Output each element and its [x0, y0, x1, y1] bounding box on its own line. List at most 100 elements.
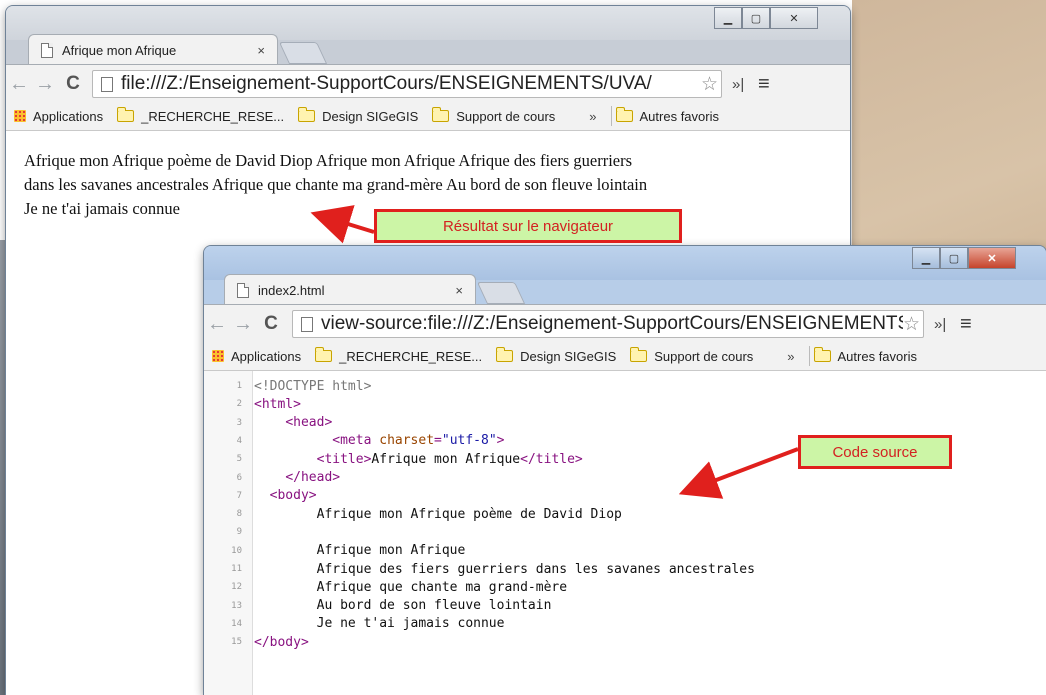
folder-icon: [496, 347, 514, 362]
source-line: 4 <meta charset="utf-8">: [204, 432, 505, 450]
line-number: 5: [236, 454, 242, 465]
new-tab-button[interactable]: [278, 42, 328, 64]
code-text: <html>: [254, 396, 301, 412]
text-line: dans les savanes ancestrales Afrique que…: [24, 175, 648, 194]
bookmark-folder-design[interactable]: Design SIGeGIS: [496, 347, 617, 364]
apps-grid-icon: [14, 110, 26, 122]
page-icon: [41, 42, 53, 58]
source-line: 3 <head>: [204, 414, 333, 432]
divider: [610, 106, 612, 126]
tab-title: Afrique mon Afrique: [62, 42, 177, 58]
bookmark-applications[interactable]: Applications: [6, 109, 103, 124]
source-code-view[interactable]: 1 <!DOCTYPE html> 2 <html> 3 <head> 4 <meta c…: [204, 371, 1046, 695]
line-number: 1: [236, 381, 242, 391]
bookmark-label: _RECHERCHE_RESE...: [339, 348, 483, 364]
line-number: 14: [231, 618, 242, 629]
bookmark-label: Design SIGeGIS: [322, 108, 419, 124]
code-text: Au bord de son fleuve lointain: [254, 598, 552, 614]
close-window-button[interactable]: ✕: [770, 7, 818, 29]
bookmark-folder-support[interactable]: Support de cours: [630, 347, 754, 364]
bookmark-other[interactable]: Autres favoris: [813, 347, 917, 364]
bookmarks-bar: Applications _RECHERCHE_RESE... Design S…: [204, 342, 1046, 371]
source-line: 2 <html>: [204, 395, 301, 413]
bookmark-folder-recherche[interactable]: _RECHERCHE_RESE...: [315, 347, 483, 364]
line-number: 2: [236, 399, 242, 410]
document-icon: [101, 76, 113, 92]
forward-icon[interactable]: →: [32, 73, 58, 96]
line-number: 7: [236, 490, 242, 501]
line-number: 8: [236, 509, 242, 520]
code-text: Afrique mon Afrique: [254, 543, 466, 559]
bookmark-label: Applications: [33, 108, 104, 124]
folder-icon: [813, 347, 831, 362]
bookmark-folder-support[interactable]: Support de cours: [432, 107, 556, 124]
menu-icon[interactable]: ≡: [758, 73, 770, 96]
address-url[interactable]: file:///Z:/Enseignement-SupportCours/ENS…: [121, 73, 701, 95]
extensions-overflow-icon[interactable]: »|: [732, 76, 752, 93]
code-text: </body>: [254, 634, 309, 650]
address-bar[interactable]: view-source:file:///Z:/Enseignement-Supp…: [292, 310, 924, 338]
code-text: <title>Afrique mon Afrique</title>: [316, 451, 583, 467]
code-text: <!DOCTYPE html>: [254, 378, 372, 394]
tab-close-button[interactable]: ×: [257, 43, 265, 58]
close-window-button[interactable]: ✕: [968, 247, 1016, 269]
code-text: <head>: [285, 415, 333, 431]
line-number: 4: [236, 435, 242, 446]
address-bar[interactable]: file:///Z:/Enseignement-SupportCours/ENS…: [92, 70, 722, 98]
tab-active[interactable]: Afrique mon Afrique ×: [28, 34, 278, 65]
source-line: 7 <body>: [204, 487, 317, 505]
folder-icon: [315, 347, 333, 362]
line-number: 3: [236, 417, 242, 428]
minimize-button[interactable]: ▁: [714, 7, 742, 29]
source-line: 1 <!DOCTYPE html>: [204, 377, 372, 395]
bookmark-label: Autres favoris: [837, 348, 917, 364]
bookmarks-more-button[interactable]: »: [589, 109, 596, 124]
line-number: 6: [236, 472, 242, 483]
folder-icon: [298, 107, 316, 122]
divider: [808, 346, 810, 366]
line-number: 9: [236, 527, 242, 538]
bookmark-label: Support de cours: [456, 108, 556, 124]
browser-toolbar: ← → C view-source:file:///Z:/Enseignemen…: [204, 304, 1046, 343]
minimize-button[interactable]: ▁: [912, 247, 940, 269]
source-line: 14 Je ne t'ai jamais connue: [204, 615, 504, 633]
source-line: 9: [204, 523, 254, 541]
code-text: <meta charset="utf-8">: [332, 433, 505, 449]
bookmark-folder-design[interactable]: Design SIGeGIS: [298, 107, 419, 124]
back-icon[interactable]: ←: [6, 73, 32, 96]
page-icon: [237, 282, 249, 298]
new-tab-button[interactable]: [476, 282, 526, 304]
maximize-button[interactable]: ▢: [940, 247, 968, 269]
tab-close-button[interactable]: ×: [455, 283, 463, 298]
bookmark-folder-recherche[interactable]: _RECHERCHE_RESE...: [117, 107, 284, 124]
browser-toolbar: ← → C file:///Z:/Enseignement-SupportCou…: [6, 64, 850, 103]
reload-icon[interactable]: C: [58, 73, 88, 95]
address-url[interactable]: view-source:file:///Z:/Enseignement-Supp…: [321, 313, 903, 335]
folder-icon: [117, 107, 135, 122]
source-line: 11 Afrique des fiers guerriers dans les …: [204, 560, 755, 578]
window-controls: ▁ ▢ ✕: [714, 7, 818, 29]
tab-active[interactable]: index2.html ×: [224, 274, 476, 305]
bookmark-star-icon[interactable]: ☆: [701, 73, 718, 96]
apps-grid-icon: [212, 350, 224, 362]
extensions-overflow-icon[interactable]: »|: [934, 316, 954, 333]
reload-icon[interactable]: C: [256, 313, 286, 335]
bookmark-star-icon[interactable]: ☆: [903, 313, 920, 336]
back-icon[interactable]: ←: [204, 313, 230, 336]
source-line: 13 Au bord de son fleuve lointain: [204, 597, 551, 615]
callout-result: Résultat sur le navigateur: [374, 209, 682, 243]
code-text: Afrique que chante ma grand-mère: [254, 579, 568, 595]
code-text: Afrique mon Afrique poème de David Diop: [254, 506, 622, 522]
forward-icon[interactable]: →: [230, 313, 256, 336]
bookmark-other[interactable]: Autres favoris: [615, 107, 719, 124]
bookmark-label: Design SIGeGIS: [520, 348, 617, 364]
line-number: 11: [231, 564, 242, 574]
maximize-button[interactable]: ▢: [742, 7, 770, 29]
line-number: 10: [231, 545, 242, 556]
menu-icon[interactable]: ≡: [960, 313, 972, 336]
bookmark-applications[interactable]: Applications: [204, 349, 301, 364]
source-line: 8 Afrique mon Afrique poème de David Dio…: [204, 505, 622, 523]
window-controls: ▁ ▢ ✕: [912, 247, 1016, 269]
bookmarks-more-button[interactable]: »: [787, 349, 794, 364]
bookmark-label: Support de cours: [654, 348, 754, 364]
